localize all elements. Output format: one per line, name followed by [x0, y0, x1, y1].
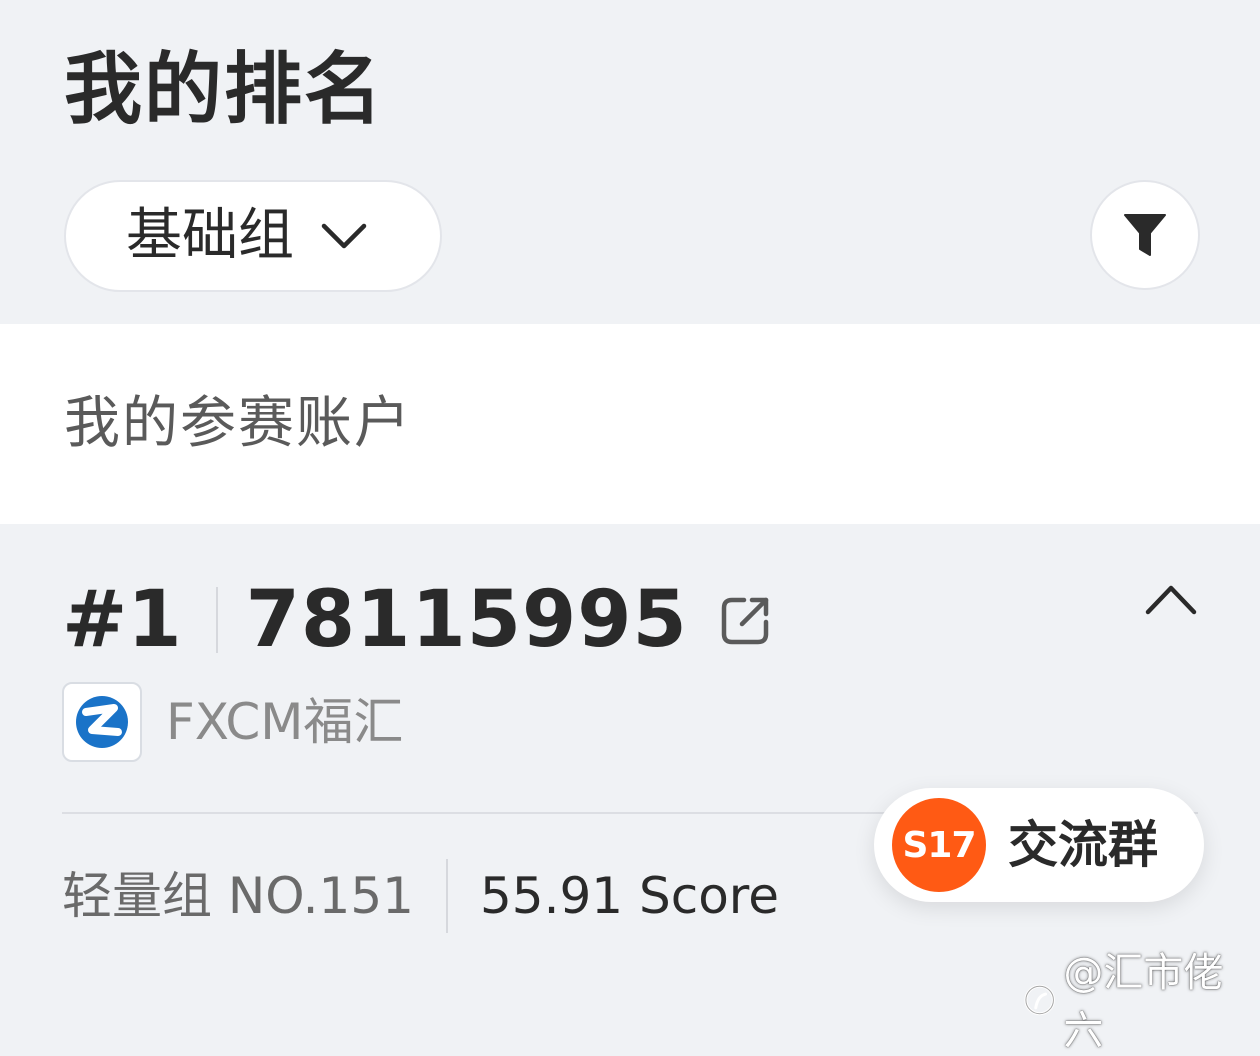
broker-logo-icon	[76, 696, 128, 748]
stats-row: 轻量组 NO.151 55.91 Score	[62, 858, 779, 934]
season-badge: S17	[892, 798, 986, 892]
community-group-label: 交流群	[1008, 816, 1158, 874]
divider	[445, 859, 448, 933]
chevron-up-icon[interactable]	[1144, 580, 1198, 620]
weibo-logo-icon	[1024, 984, 1055, 1016]
group-select-label: 基础组	[126, 203, 294, 268]
funnel-icon	[1124, 214, 1166, 256]
account-id[interactable]: 78115995	[246, 578, 688, 662]
rank-number: #1	[62, 575, 182, 665]
section-header: 我的参赛账户	[0, 324, 1260, 524]
broker-logo	[62, 682, 142, 762]
chevron-down-icon	[321, 223, 367, 249]
divider	[215, 587, 218, 653]
section-title: 我的参赛账户	[64, 391, 412, 456]
broker-row: FXCM福汇	[62, 682, 403, 762]
group-select-dropdown[interactable]: 基础组	[64, 180, 442, 292]
external-link-icon[interactable]	[718, 592, 774, 648]
community-group-button[interactable]: S17 交流群	[874, 788, 1204, 902]
broker-name: FXCM福汇	[166, 693, 404, 751]
score: 55.91 Score	[479, 867, 780, 925]
filter-button[interactable]	[1090, 180, 1200, 290]
page-title: 我的排名	[64, 45, 385, 135]
watermark-text: @汇市佬六	[1063, 950, 1224, 1054]
watermark: @汇市佬六	[1020, 950, 1260, 1054]
group-rank: 轻量组 NO.151	[62, 867, 414, 925]
rank-row: #1 78115995	[62, 578, 774, 662]
